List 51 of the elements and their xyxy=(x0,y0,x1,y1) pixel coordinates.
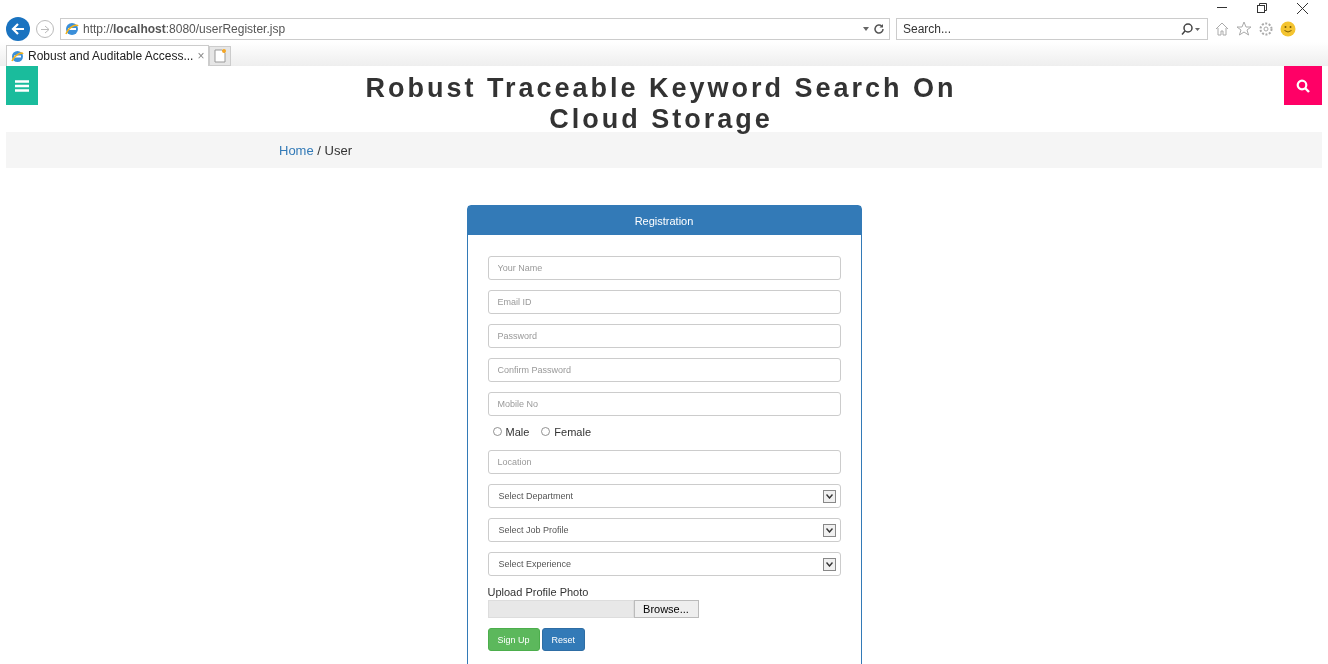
text-field[interactable]: Email ID xyxy=(487,290,841,314)
radio-option[interactable]: Female xyxy=(541,425,592,438)
radio-button[interactable] xyxy=(541,427,551,436)
tab-title: Robust and Auditable Access... xyxy=(28,49,194,63)
card-title: Registration xyxy=(467,206,861,235)
radio-option[interactable]: Male xyxy=(492,425,530,438)
breadcrumb-link[interactable]: Home xyxy=(279,142,314,158)
caret-icon xyxy=(825,527,833,533)
close-icon[interactable] xyxy=(1297,2,1308,14)
menu-button[interactable] xyxy=(6,66,38,105)
browse-button[interactable]: Browse... xyxy=(633,600,699,618)
search-icon xyxy=(1296,78,1310,93)
back-arrow-icon xyxy=(11,23,25,35)
caret-icon xyxy=(825,561,833,567)
radio-label: Male xyxy=(505,425,530,438)
back-button[interactable] xyxy=(6,17,30,41)
select-field[interactable]: Select Department xyxy=(487,484,841,508)
select-field[interactable]: Select Experience xyxy=(487,552,841,576)
text-field[interactable]: Location xyxy=(487,450,841,474)
select-field[interactable]: Select Job Profile xyxy=(487,518,841,542)
search-icon[interactable] xyxy=(1181,23,1201,35)
home-icon[interactable] xyxy=(1214,21,1230,37)
forward-arrow-icon xyxy=(40,24,50,34)
search-field[interactable]: Search... xyxy=(896,18,1208,40)
tab-close-button[interactable]: × xyxy=(197,49,205,63)
search-button[interactable] xyxy=(1284,66,1322,105)
dropdown-icon[interactable] xyxy=(863,27,869,31)
text-field[interactable]: Your Name xyxy=(487,256,841,280)
text-field[interactable]: Password xyxy=(487,324,841,348)
settings-icon[interactable] xyxy=(1258,21,1274,37)
browser-tab[interactable]: Robust and Auditable Access... × xyxy=(6,45,210,66)
page-title: Robust Traceable Keyword Search On Cloud Storage xyxy=(364,73,958,135)
text-field[interactable]: Confirm Password xyxy=(487,358,841,382)
refresh-icon[interactable] xyxy=(873,23,885,35)
text-field[interactable]: Mobile No xyxy=(487,392,841,416)
star-icon[interactable] xyxy=(1236,21,1252,37)
page-icon xyxy=(214,49,227,63)
radio-label: Female xyxy=(554,425,592,438)
breadcrumb-current: / User xyxy=(316,142,352,158)
smiley-icon[interactable] xyxy=(1280,21,1296,37)
browser-logo-icon xyxy=(65,22,79,36)
menu-icon xyxy=(15,79,29,92)
file-field[interactable] xyxy=(487,600,634,618)
upload-label: Upload Profile Photo xyxy=(487,586,590,598)
restore-icon[interactable] xyxy=(1257,3,1267,13)
caret-icon xyxy=(825,493,833,499)
minimize-icon[interactable] xyxy=(1217,7,1227,9)
address-bar[interactable]: http://localhost:8080/userRegister.jsp xyxy=(60,18,890,40)
radio-button[interactable] xyxy=(492,427,502,436)
browser-logo-icon xyxy=(11,49,24,63)
reset-button[interactable]: Reset xyxy=(541,628,586,651)
